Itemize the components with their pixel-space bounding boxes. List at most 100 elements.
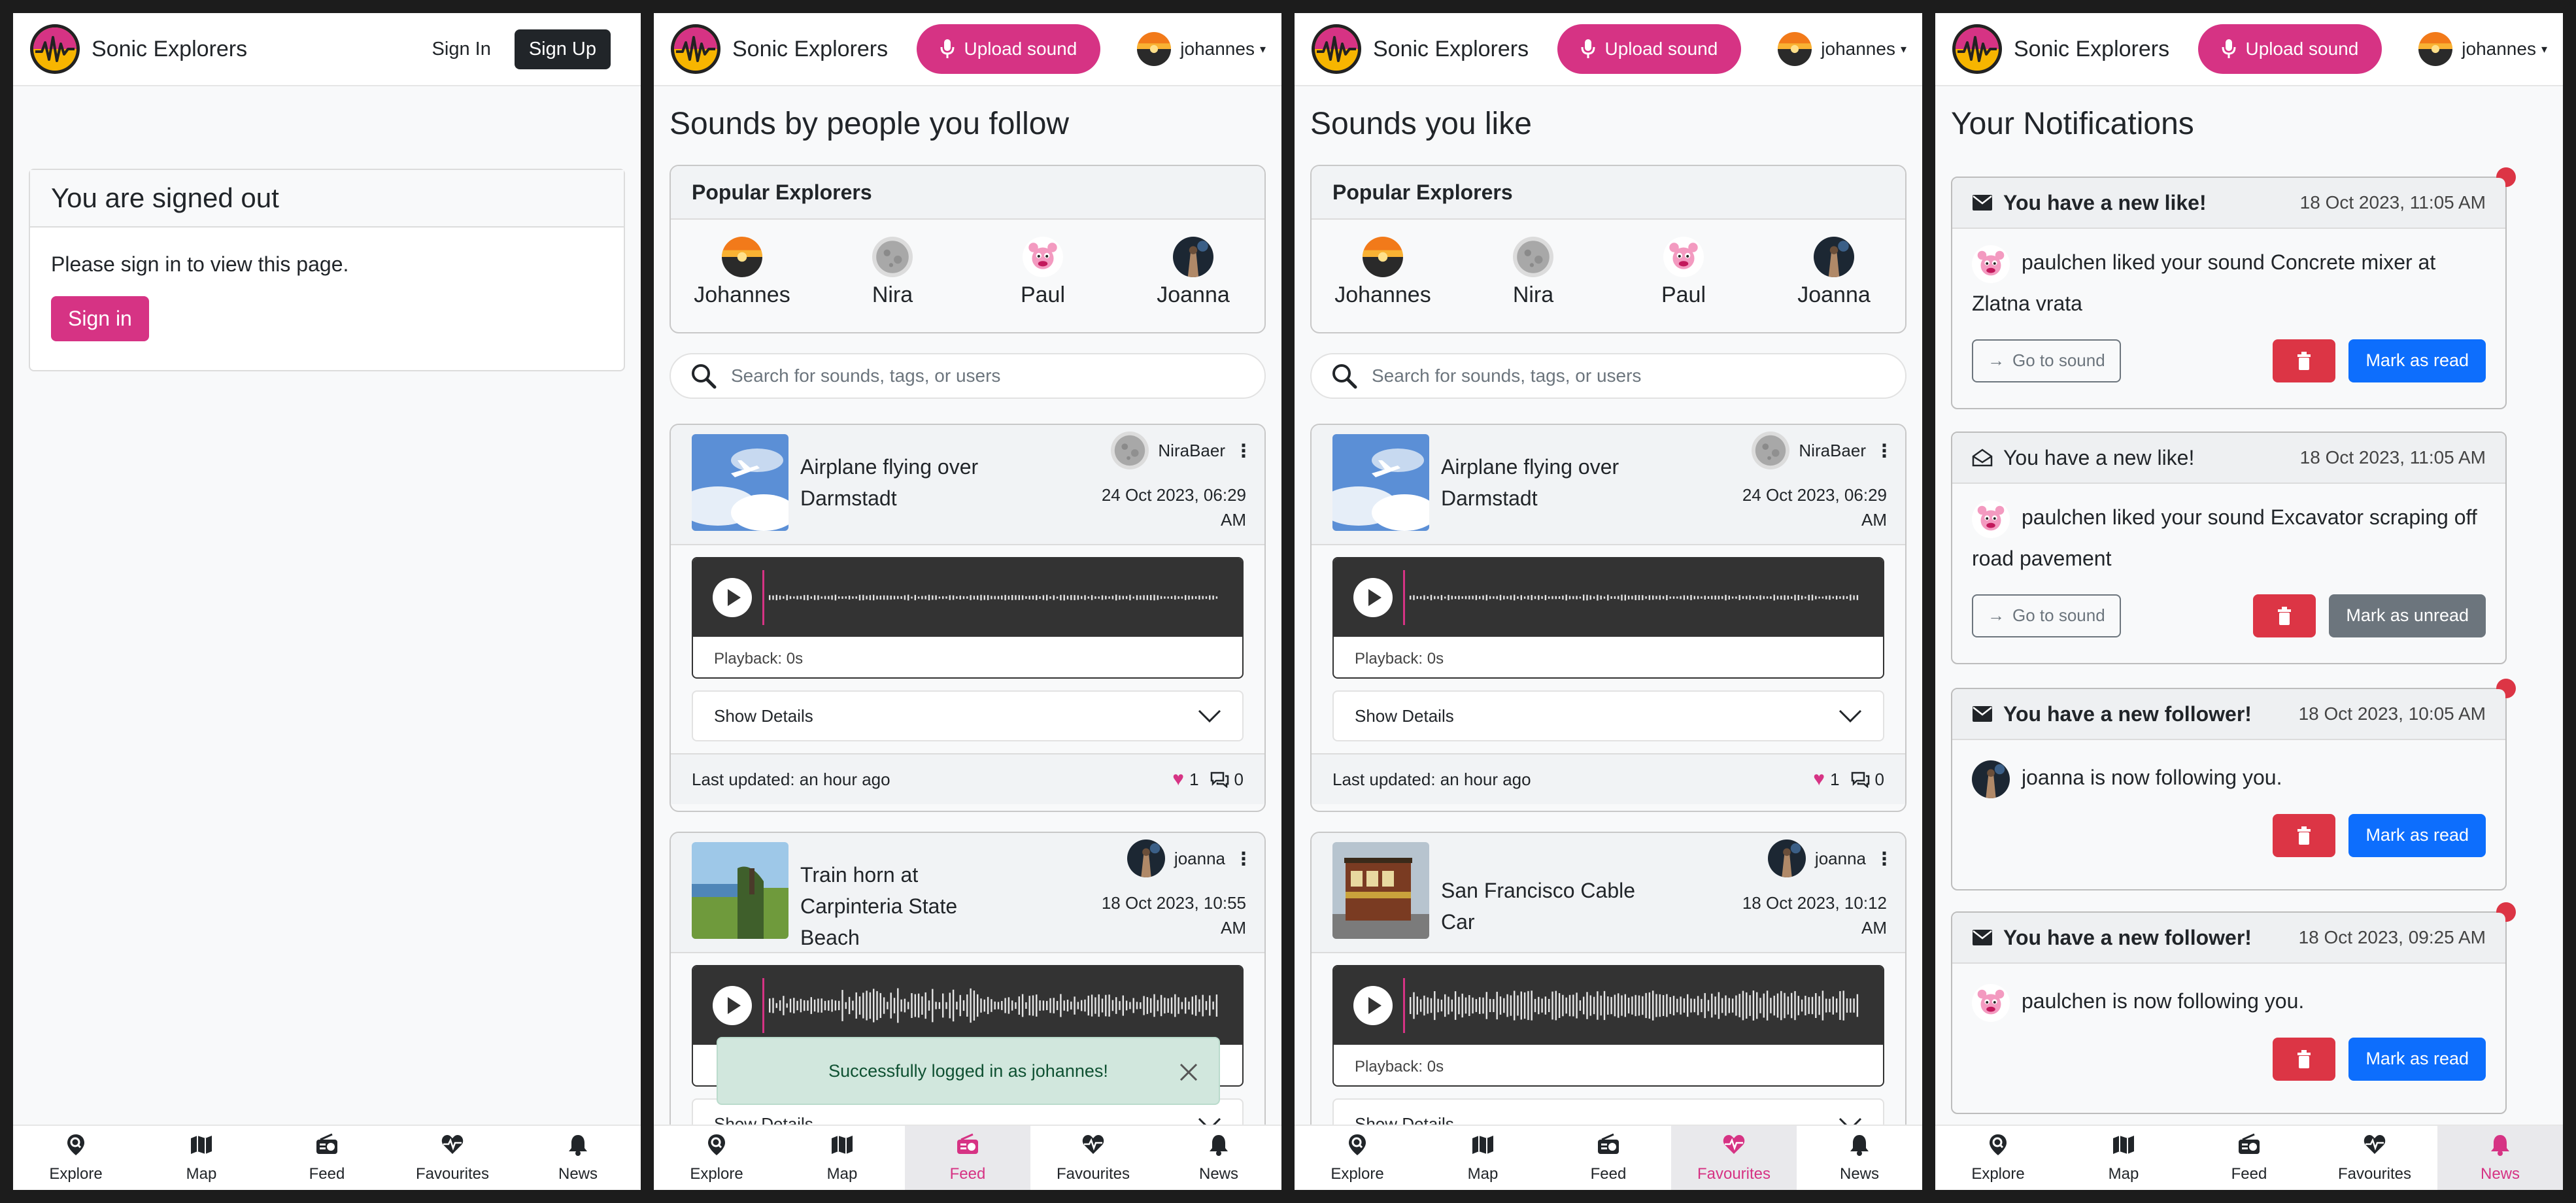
comment-count[interactable]: 0 [1850, 770, 1884, 790]
waveform[interactable] [1407, 973, 1865, 1038]
show-details-label: Show Details [1355, 705, 1454, 726]
nav-item-feed[interactable]: Feed [2186, 1126, 2312, 1190]
nav-item-explore[interactable]: Explore [654, 1126, 779, 1190]
notification-date: 18 Oct 2023, 11:05 AM [2299, 447, 2486, 467]
like-count[interactable]: ♥ 1 [1813, 768, 1839, 790]
app-logo-icon[interactable] [1951, 23, 2003, 75]
user-menu[interactable]: johannes ▾ [1137, 32, 1266, 66]
nav-item-news[interactable]: News [515, 1126, 641, 1190]
nav-item-explore[interactable]: Explore [13, 1126, 139, 1190]
nav-item-explore[interactable]: Explore [1295, 1126, 1420, 1190]
brand-name[interactable]: Sonic Explorers [2014, 37, 2198, 62]
delete-button[interactable] [2253, 594, 2316, 637]
user-menu[interactable]: johannes ▾ [2418, 32, 2547, 66]
search-input[interactable]: Search for sounds, tags, or users [669, 353, 1266, 399]
nav-item-feed[interactable]: Feed [1546, 1126, 1671, 1190]
explorer-paul[interactable]: Paul [1628, 237, 1739, 308]
explorer-johannes[interactable]: Johannes [686, 237, 798, 308]
brand-name[interactable]: Sonic Explorers [732, 37, 917, 62]
sound-owner[interactable]: joanna ⋮ [1127, 839, 1253, 877]
waveform[interactable] [1407, 565, 1865, 630]
sound-thumbnail[interactable] [1332, 434, 1429, 531]
nav-item-label: Map [826, 1164, 858, 1183]
user-menu[interactable]: johannes ▾ [1778, 32, 1907, 66]
more-options-icon[interactable]: ⋮ [1234, 848, 1253, 870]
sound-title[interactable]: Train horn at Carpinteria State Beach [800, 859, 990, 953]
delete-button[interactable] [2273, 813, 2335, 857]
sound-owner[interactable]: NiraBaer ⋮ [1752, 432, 1893, 469]
nav-item-favourites[interactable]: Favourites [2312, 1126, 2437, 1190]
owner-avatar [1127, 839, 1165, 877]
app-logo-icon[interactable] [29, 23, 81, 75]
sign-in-button[interactable]: Sign in [51, 296, 149, 341]
more-options-icon[interactable]: ⋮ [1875, 848, 1893, 870]
app-logo-icon[interactable] [669, 23, 722, 75]
nav-item-feed[interactable]: Feed [905, 1126, 1030, 1190]
upload-sound-button[interactable]: Upload sound [1557, 24, 1742, 74]
bottom-nav: Explore Map Feed Favourites News [654, 1125, 1281, 1190]
show-details-toggle[interactable]: Show Details [692, 690, 1244, 741]
notifications-screen: Sonic Explorers Upload sound johannes ▾ … [1935, 13, 2563, 1190]
explorer-nira[interactable]: Nira [837, 237, 948, 308]
brand-name[interactable]: Sonic Explorers [92, 37, 432, 62]
nav-item-map[interactable]: Map [779, 1126, 905, 1190]
more-options-icon[interactable]: ⋮ [1234, 440, 1253, 462]
close-icon[interactable] [1178, 1062, 1199, 1083]
nav-item-feed[interactable]: Feed [264, 1126, 390, 1190]
more-options-icon[interactable]: ⋮ [1875, 440, 1893, 462]
nav-item-favourites[interactable]: Favourites [1030, 1126, 1156, 1190]
bell-icon [1207, 1133, 1230, 1161]
nav-item-map[interactable]: Map [1420, 1126, 1546, 1190]
explorer-joanna[interactable]: Joanna [1138, 237, 1249, 308]
like-count[interactable]: ♥ 1 [1172, 768, 1198, 790]
date-line: AM [1221, 918, 1246, 938]
sound-date: 24 Oct 2023, 06:29 AM [1089, 483, 1246, 532]
show-details-toggle[interactable]: Show Details [1332, 690, 1884, 741]
nav-item-map[interactable]: Map [2061, 1126, 2186, 1190]
sound-title[interactable]: Airplane flying over Darmstadt [800, 451, 990, 514]
go-to-sound-button[interactable]: → Go to sound [1972, 594, 2121, 637]
nav-item-map[interactable]: Map [139, 1126, 264, 1190]
nav-item-news[interactable]: News [1156, 1126, 1281, 1190]
nav-item-favourites[interactable]: Favourites [1671, 1126, 1797, 1190]
sound-title[interactable]: Airplane flying over Darmstadt [1441, 451, 1631, 514]
sound-owner[interactable]: joanna ⋮ [1768, 839, 1893, 877]
search-input[interactable]: Search for sounds, tags, or users [1310, 353, 1907, 399]
app-logo-icon[interactable] [1310, 23, 1363, 75]
comment-count[interactable]: 0 [1210, 770, 1244, 790]
upload-sound-button[interactable]: Upload sound [2198, 24, 2382, 74]
nav-item-favourites[interactable]: Favourites [390, 1126, 515, 1190]
popular-explorers: Popular Explorers Johannes Nira Paul Joa… [669, 165, 1266, 333]
play-button[interactable] [713, 986, 752, 1025]
mark-as-read-button[interactable]: Mark as read [2348, 339, 2486, 382]
nav-item-label: Favourites [415, 1164, 490, 1183]
play-button[interactable] [713, 578, 752, 617]
explorer-joanna[interactable]: Joanna [1778, 237, 1890, 308]
waveform[interactable] [766, 973, 1224, 1038]
delete-button[interactable] [2273, 1037, 2335, 1081]
brand-name[interactable]: Sonic Explorers [1373, 37, 1557, 62]
play-button[interactable] [1353, 986, 1393, 1025]
explorer-nira[interactable]: Nira [1478, 237, 1589, 308]
nav-item-news[interactable]: News [2437, 1126, 2563, 1190]
explorer-johannes[interactable]: Johannes [1327, 237, 1438, 308]
go-to-sound-button[interactable]: → Go to sound [1972, 339, 2121, 382]
play-button[interactable] [1353, 578, 1393, 617]
nav-item-news[interactable]: News [1797, 1126, 1922, 1190]
mark-as-read-button[interactable]: Mark as read [2348, 1037, 2486, 1081]
sign-in-link[interactable]: Sign In [432, 39, 491, 60]
delete-button[interactable] [2273, 339, 2335, 382]
sound-thumbnail[interactable] [692, 842, 788, 939]
upload-sound-button[interactable]: Upload sound [917, 24, 1101, 74]
sign-up-button[interactable]: Sign Up [514, 29, 611, 69]
sound-owner[interactable]: NiraBaer ⋮ [1111, 432, 1253, 469]
mark-as-read-button[interactable]: Mark as read [2348, 813, 2486, 857]
explorer-paul[interactable]: Paul [987, 237, 1098, 308]
sound-thumbnail[interactable] [1332, 842, 1429, 939]
mark-as-unread-button[interactable]: Mark as unread [2329, 594, 2486, 637]
sound-thumbnail[interactable] [692, 434, 788, 531]
waveform[interactable] [766, 565, 1224, 630]
nav-item-explore[interactable]: Explore [1935, 1126, 2061, 1190]
likes-value: 1 [1830, 769, 1840, 789]
sound-title[interactable]: San Francisco Cable Car [1441, 875, 1663, 938]
